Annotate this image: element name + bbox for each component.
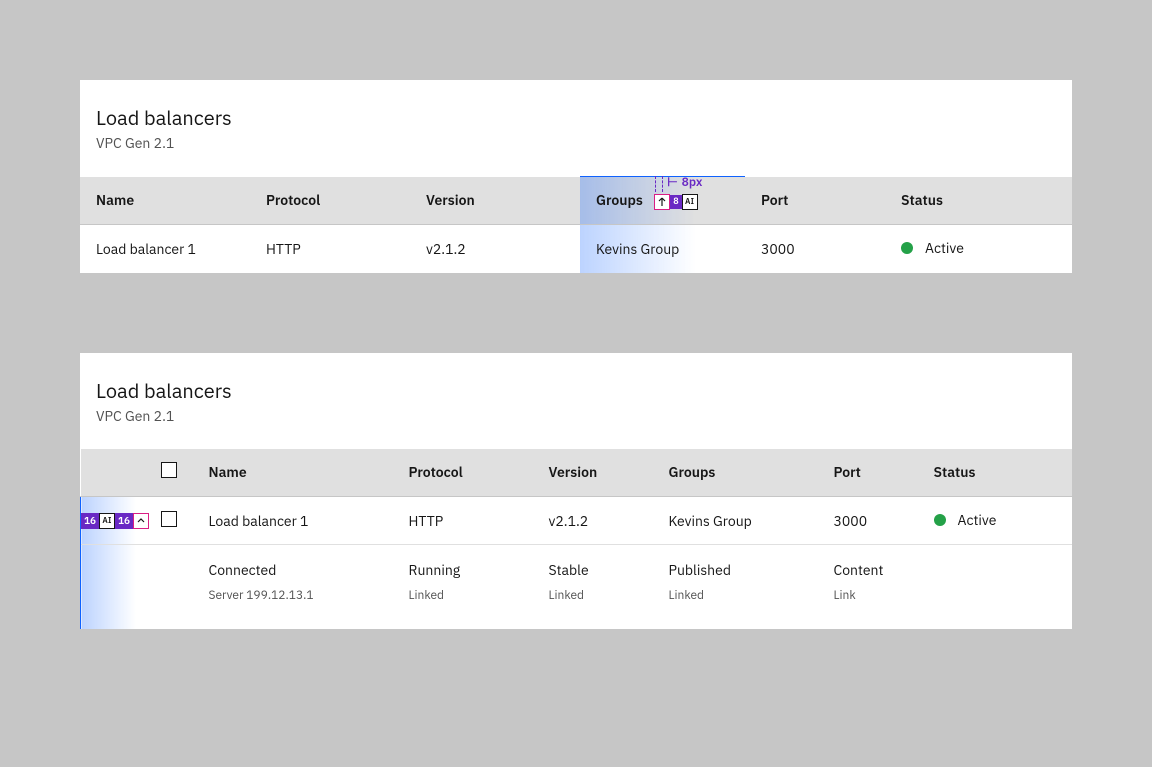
spec-annotation-8px: ⊢ 8px <box>654 174 702 192</box>
cell-name: Load balancer 1 <box>80 225 250 273</box>
cell-port: 3000 <box>745 225 885 273</box>
exp-cell: Published Linked <box>653 545 818 630</box>
col-groups[interactable]: Groups <box>653 449 818 497</box>
checkbox-icon[interactable] <box>161 511 177 527</box>
table-row[interactable]: Load balancer 1 HTTP v2.1.2 Kevins Group… <box>80 225 1072 273</box>
exp-cell: Running Linked <box>393 545 533 630</box>
table-row-expanded: Connected Server 199.12.13.1 Running Lin… <box>81 545 1073 630</box>
chevron-up-icon[interactable] <box>133 513 149 529</box>
card-title: Load balancers <box>96 104 1056 132</box>
cell-groups: Kevins Group <box>580 225 745 273</box>
col-status[interactable]: Status <box>918 449 1073 497</box>
col-protocol[interactable]: Protocol <box>250 177 410 225</box>
col-name[interactable]: Name <box>80 177 250 225</box>
spacing-token-8: 8 <box>670 195 681 209</box>
card-table-expandable: Load balancers VPC Gen 2.1 Name Protocol… <box>80 353 1072 630</box>
card-subtitle: VPC Gen 2.1 <box>96 134 1056 152</box>
col-version[interactable]: Version <box>410 177 580 225</box>
col-status[interactable]: Status <box>885 177 1072 225</box>
table-header-row: Name Protocol Version Groups ⊢ 8px <box>80 177 1072 225</box>
card-title: Load balancers <box>96 377 1056 405</box>
status-dot-icon <box>901 242 913 254</box>
ai-icon: AI <box>99 513 115 529</box>
cell-status: Active <box>918 497 1073 545</box>
card-header: Load balancers VPC Gen 2.1 <box>80 353 1072 449</box>
exp-cell: Connected Server 199.12.13.1 <box>193 545 393 630</box>
ai-icon: AI <box>682 194 698 210</box>
col-port[interactable]: Port <box>745 177 885 225</box>
link[interactable]: Link <box>834 587 1057 605</box>
checkbox-icon[interactable] <box>161 462 177 478</box>
status-dot-icon <box>934 514 946 526</box>
cell-version: v2.1.2 <box>410 225 580 273</box>
cell-status: Active <box>885 225 1072 273</box>
col-groups[interactable]: Groups ⊢ 8px 8 AI <box>580 177 745 225</box>
col-name[interactable]: Name <box>193 449 393 497</box>
cell-port: 3000 <box>818 497 918 545</box>
col-protocol[interactable]: Protocol <box>393 449 533 497</box>
cell-select[interactable] <box>145 497 193 545</box>
col-port[interactable]: Port <box>818 449 918 497</box>
table-row[interactable]: 16 AI 16 Load balancer 1 HTTP v2.1.2 Kev… <box>81 497 1073 545</box>
card-subtitle: VPC Gen 2.1 <box>96 407 1056 425</box>
cell-protocol: HTTP <box>250 225 410 273</box>
sort-icon[interactable] <box>654 194 670 210</box>
col-version[interactable]: Version <box>533 449 653 497</box>
table-header-row: Name Protocol Version Groups Port Status <box>81 449 1073 497</box>
exp-cell: Content Link <box>818 545 1073 630</box>
col-expand <box>81 449 145 497</box>
spec-annotation-16px: 16 AI 16 <box>81 513 149 529</box>
cell-groups: Kevins Group <box>653 497 818 545</box>
cell-version: v2.1.2 <box>533 497 653 545</box>
card-header: Load balancers VPC Gen 2.1 <box>80 80 1072 176</box>
card-table-simple: Load balancers VPC Gen 2.1 Name Protocol… <box>80 80 1072 273</box>
table-simple: Name Protocol Version Groups ⊢ 8px <box>80 176 1072 273</box>
table-expandable: Name Protocol Version Groups Port Status… <box>80 449 1072 630</box>
cell-protocol: HTTP <box>393 497 533 545</box>
cell-name: Load balancer 1 <box>193 497 393 545</box>
cell-expand[interactable]: 16 AI 16 <box>81 497 145 545</box>
exp-cell: Stable Linked <box>533 545 653 630</box>
col-select-all[interactable] <box>145 449 193 497</box>
